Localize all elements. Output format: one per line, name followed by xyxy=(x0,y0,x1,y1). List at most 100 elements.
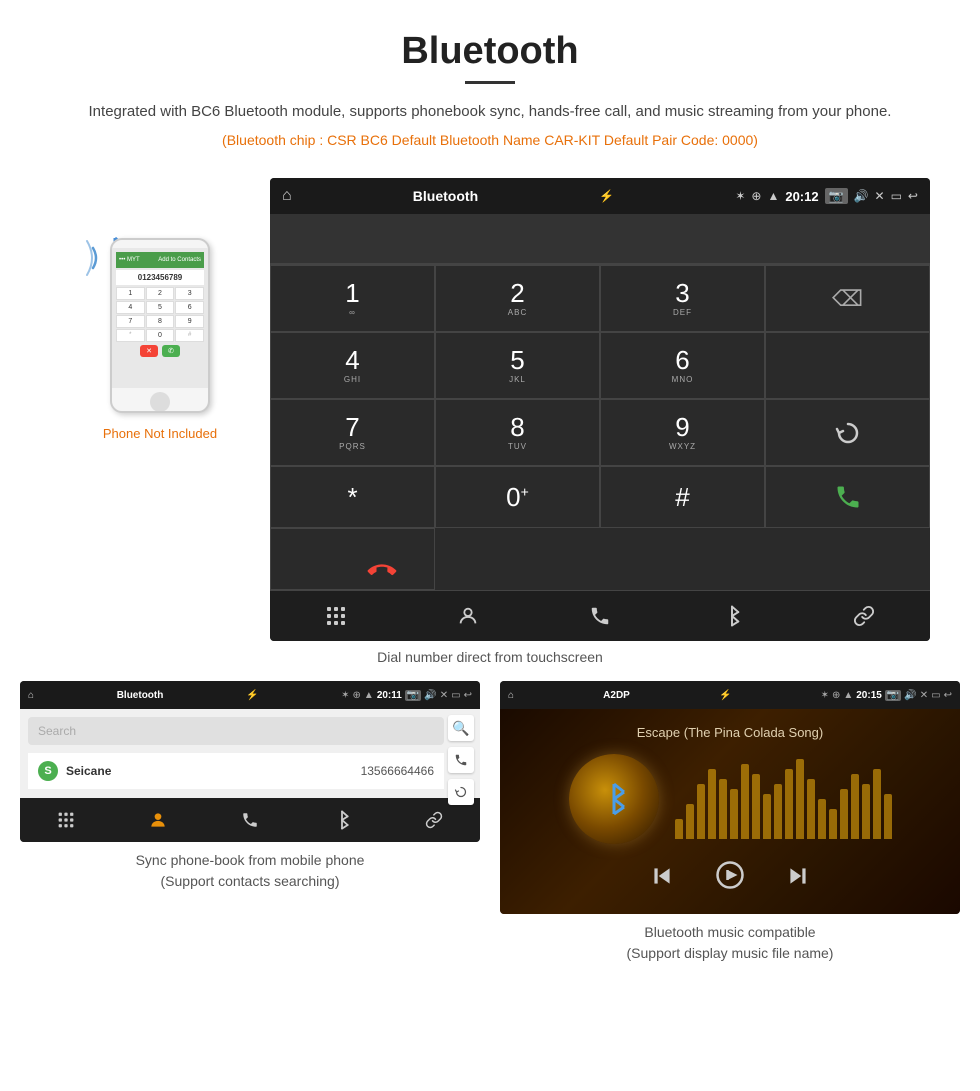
pb-contacts-btn[interactable] xyxy=(112,804,204,836)
pb-volume-icon[interactable]: 🔊 xyxy=(424,690,436,701)
dial-key-2[interactable]: 2 ABC xyxy=(435,265,600,332)
home-icon[interactable]: ⌂ xyxy=(282,187,292,205)
call-green-button[interactable] xyxy=(765,466,930,528)
phonebook-body: Search S Seicane 13566664466 🔍 xyxy=(20,709,480,798)
contact-avatar: S xyxy=(38,761,58,781)
dial-key-star[interactable]: * xyxy=(270,466,435,528)
phone-dial-key[interactable]: 9 xyxy=(175,315,204,328)
pb-window-icon[interactable]: ▭ xyxy=(451,690,460,701)
pb-status-right: ✶ ⊕ ▲ 20:11 📷 🔊 ✕ ▭ ↩ xyxy=(341,690,472,701)
contact-phone: 13566664466 xyxy=(361,764,434,778)
bluetooth-status-icon: ✶ xyxy=(735,189,745,203)
dial-key-5[interactable]: 5 JKL xyxy=(435,332,600,399)
a2dp-time: 20:15 xyxy=(856,690,882,701)
contacts-toolbar-btn[interactable] xyxy=(402,597,534,635)
dialer-toolbar xyxy=(270,590,930,641)
phone-dial-key[interactable]: * xyxy=(116,329,145,342)
a2dp-caption: Bluetooth music compatible (Support disp… xyxy=(627,922,834,964)
pb-status-title: Bluetooth xyxy=(117,690,164,701)
phone-home-button[interactable] xyxy=(150,392,170,412)
link-toolbar-btn[interactable] xyxy=(798,597,930,635)
dial-key-4[interactable]: 4 GHI xyxy=(270,332,435,399)
dial-key-1[interactable]: 1 ∞ xyxy=(270,265,435,332)
dial-key-hash[interactable]: # xyxy=(600,466,765,528)
phone-side-icon[interactable] xyxy=(448,747,474,773)
dial-key-3[interactable]: 3 DEF xyxy=(600,265,765,332)
contact-row[interactable]: S Seicane 13566664466 xyxy=(28,753,444,789)
a2dp-window-icon[interactable]: ▭ xyxy=(931,690,940,701)
prev-track-button[interactable] xyxy=(649,863,675,896)
phone-dial-key[interactable]: 3 xyxy=(175,287,204,300)
phonebook-caption: Sync phone-book from mobile phone (Suppo… xyxy=(136,850,365,892)
empty-cell-1 xyxy=(765,332,930,399)
phonebook-toolbar xyxy=(20,798,480,842)
page-description: Integrated with BC6 Bluetooth module, su… xyxy=(20,100,960,124)
phone-body: ••• MYTAdd to Contacts 0 123 456 789 1 2 3 … xyxy=(110,238,210,413)
bluetooth-toolbar-btn[interactable] xyxy=(666,597,798,635)
volume-icon[interactable]: 🔊 xyxy=(854,189,869,203)
equalizer-visual xyxy=(675,759,892,839)
main-content: ••• MYTAdd to Contacts 0 123 456 789 1 2 3 … xyxy=(0,178,980,974)
album-art xyxy=(569,754,659,844)
phone-toolbar-btn[interactable] xyxy=(534,597,666,635)
phone-dial-key[interactable]: 2 xyxy=(146,287,175,300)
next-track-button[interactable] xyxy=(785,863,811,896)
play-pause-button[interactable] xyxy=(715,860,745,898)
bottom-section: ⌂ Bluetooth ⚡ ✶ ⊕ ▲ 20:11 📷 🔊 ✕ ▭ ↩ xyxy=(20,681,960,964)
phone-dial-key[interactable]: 0 xyxy=(146,329,175,342)
refresh-key[interactable] xyxy=(765,399,930,466)
dial-key-9[interactable]: 9 WXYZ xyxy=(600,399,765,466)
refresh-side-icon[interactable] xyxy=(448,779,474,805)
a2dp-signal-icon: ▲ xyxy=(843,690,853,701)
a2dp-camera-icon: 📷 xyxy=(885,690,901,701)
phone-illustration: ••• MYTAdd to Contacts 0 123 456 789 1 2 3 … xyxy=(95,218,225,418)
phone-dial-key[interactable]: 4 xyxy=(116,301,145,314)
pb-usb-icon: ⚡ xyxy=(246,690,258,701)
phone-dial-key[interactable]: 6 xyxy=(175,301,204,314)
a2dp-usb-icon: ⚡ xyxy=(719,690,731,701)
a2dp-art-area xyxy=(569,754,892,844)
pb-back-icon[interactable]: ↩ xyxy=(464,690,472,701)
dialer-screen: ⌂ Bluetooth ⚡ ✶ ⊕ ▲ 20:12 📷 🔊 ✕ ▭ ↩ xyxy=(270,178,930,641)
camera-status-icon: 📷 xyxy=(825,188,848,204)
a2dp-close-icon[interactable]: ✕ xyxy=(920,690,928,701)
dial-key-7[interactable]: 7 PQRS xyxy=(270,399,435,466)
phone-dial-key[interactable]: 5 xyxy=(146,301,175,314)
dial-key-0[interactable]: 0+ xyxy=(435,466,600,528)
pb-dialpad-btn[interactable] xyxy=(20,804,112,836)
dialer-screen-title: Bluetooth xyxy=(413,188,478,204)
dial-key-6[interactable]: 6 MNO xyxy=(600,332,765,399)
music-note-icon xyxy=(594,779,634,819)
a2dp-screenshot: ⌂ A2DP ⚡ ✶ ⊕ ▲ 20:15 📷 🔊 ✕ ▭ ↩ xyxy=(500,681,960,964)
dial-key-8[interactable]: 8 TUV xyxy=(435,399,600,466)
phone-dial-grid: 1 2 3 4 5 6 7 8 9 * 0 # xyxy=(116,287,204,342)
pb-phone-btn[interactable] xyxy=(204,804,296,836)
dialer-grid: 1 ∞ 2 ABC 3 DEF ⌫ 4 GHI 5 xyxy=(270,264,930,590)
location-icon: ⊕ xyxy=(751,189,761,203)
close-icon[interactable]: ✕ xyxy=(875,189,885,203)
phone-dial-key[interactable]: 8 xyxy=(146,315,175,328)
pb-home-icon[interactable]: ⌂ xyxy=(28,690,34,701)
backspace-key[interactable]: ⌫ xyxy=(765,265,930,332)
a2dp-song-title: Escape (The Pina Colada Song) xyxy=(637,725,823,740)
dialpad-toolbar-btn[interactable] xyxy=(270,597,402,635)
search-placeholder: Search xyxy=(38,724,76,738)
phone-section: ••• MYTAdd to Contacts 0 123 456 789 1 2 3 … xyxy=(50,178,270,441)
a2dp-home-icon[interactable]: ⌂ xyxy=(508,690,514,701)
window-icon[interactable]: ▭ xyxy=(891,189,902,203)
search-side-icon[interactable]: 🔍 xyxy=(448,715,474,741)
pb-bt-btn[interactable] xyxy=(296,804,388,836)
pb-bt-icon: ✶ xyxy=(341,690,349,701)
search-bar[interactable]: Search xyxy=(28,717,444,745)
a2dp-volume-icon[interactable]: 🔊 xyxy=(904,690,916,701)
back-icon[interactable]: ↩ xyxy=(908,189,918,203)
phone-dial-key[interactable]: 7 xyxy=(116,315,145,328)
a2dp-controls xyxy=(649,860,811,898)
a2dp-body: Escape (The Pina Colada Song) xyxy=(500,709,960,914)
a2dp-back-icon[interactable]: ↩ xyxy=(944,690,952,701)
phone-dial-key[interactable]: # xyxy=(175,329,204,342)
phone-dial-key[interactable]: 1 xyxy=(116,287,145,300)
phone-screen-header: ••• MYTAdd to Contacts xyxy=(116,252,204,268)
pb-close-icon[interactable]: ✕ xyxy=(440,690,448,701)
call-red-button[interactable] xyxy=(270,528,435,590)
